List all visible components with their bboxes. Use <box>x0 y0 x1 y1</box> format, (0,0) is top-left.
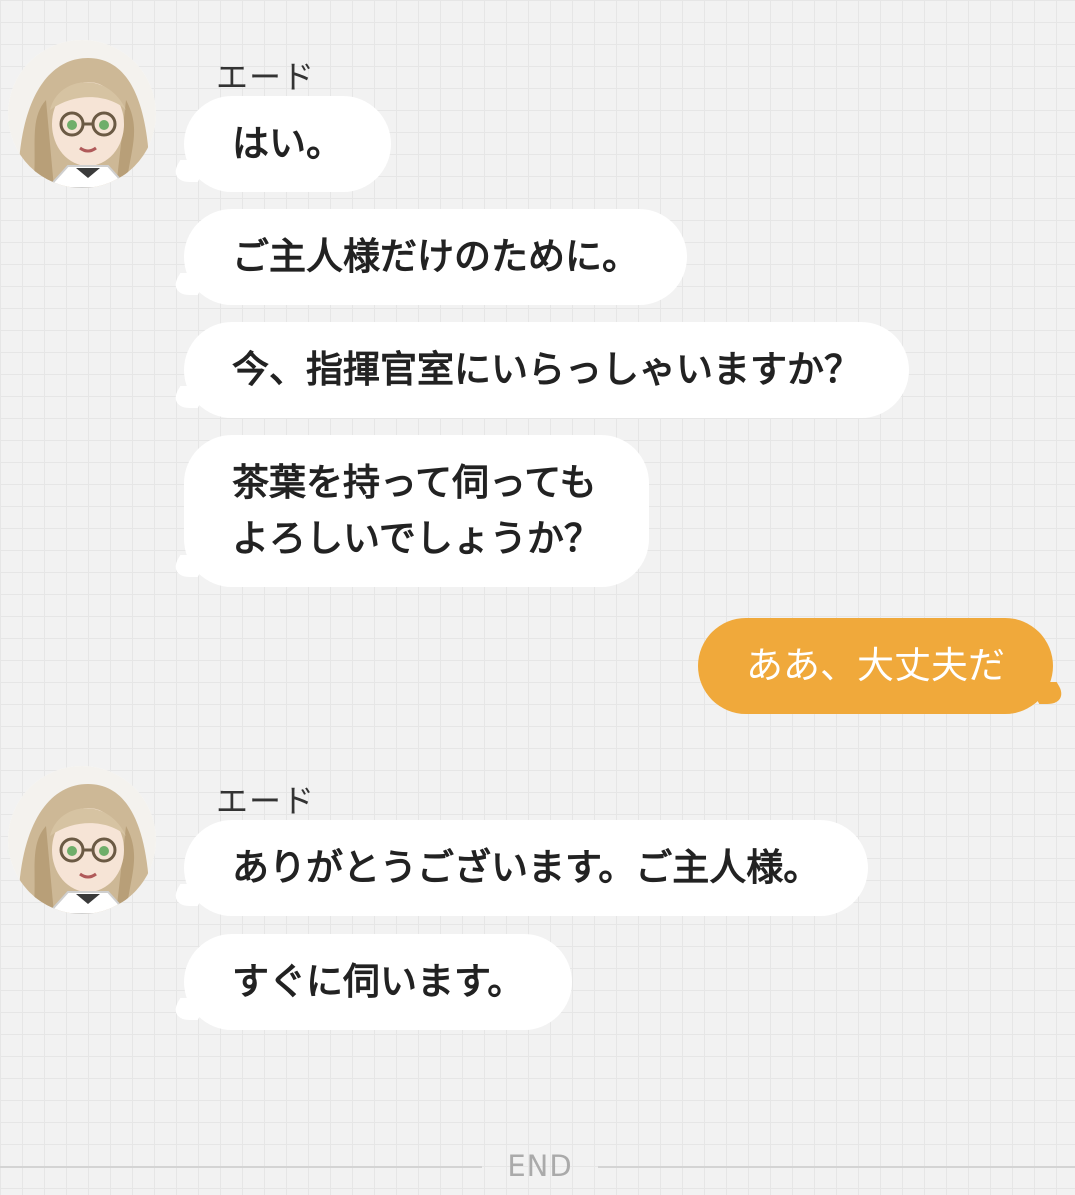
end-label: END <box>507 1149 573 1183</box>
character-avatar-icon[interactable] <box>8 766 156 914</box>
divider-line <box>0 1166 482 1168</box>
message-bubble[interactable]: ご主人様だけのために。 <box>184 209 687 305</box>
divider-line <box>598 1166 1075 1168</box>
sender-name: エード <box>216 58 316 96</box>
character-avatar-icon[interactable] <box>8 40 156 188</box>
message-bubble[interactable]: 今、指揮官室にいらっしゃいますか？ <box>184 322 909 418</box>
message-bubble[interactable]: すぐに伺います。 <box>184 934 573 1030</box>
sender-name: エード <box>216 782 316 820</box>
outgoing-message-bubble[interactable]: ああ、大丈夫だ <box>698 618 1053 714</box>
chat-view[interactable]: エード はい。 ご主人様だけのために。 今、指揮官室にいらっしゃいますか？ 茶葉… <box>0 0 1075 1195</box>
message-bubble[interactable]: ありがとうございます。ご主人様。 <box>184 820 869 916</box>
message-bubble[interactable]: 茶葉を持って伺っても よろしいでしょうか？ <box>184 435 649 587</box>
end-divider: END <box>0 1148 1075 1184</box>
message-bubble[interactable]: はい。 <box>184 96 391 192</box>
